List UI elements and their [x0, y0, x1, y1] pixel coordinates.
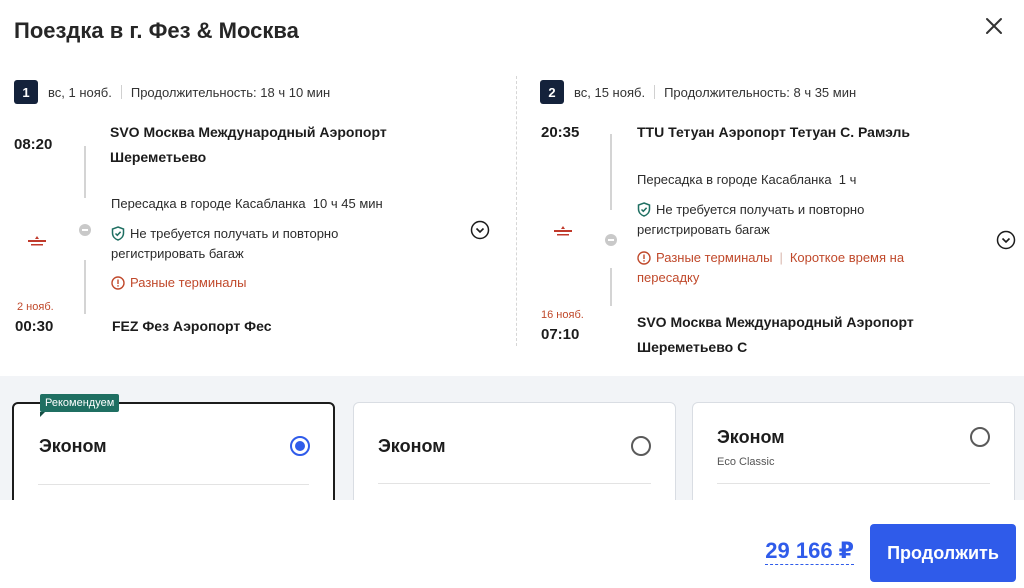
- transfer-city: Пересадка в городе Касабланка: [111, 196, 306, 211]
- baggage-note: Не требуется получать и повторно регистр…: [637, 200, 897, 240]
- trip-title: Поездка в г. Фез & Москва: [14, 18, 299, 43]
- transfer-info: Пересадка в городе Касабланка 10 ч 45 ми…: [111, 194, 383, 214]
- arrival-airport: FEZ Фез Аэропорт Фес: [112, 318, 272, 334]
- airline-logo: [554, 226, 572, 236]
- fare-card-economy[interactable]: Рекомендуем Эконом: [12, 394, 335, 500]
- recommended-badge: Рекомендуем: [40, 394, 120, 417]
- warning-text: Разные терминалы: [130, 275, 247, 290]
- departure-airport: TTU Тетуан Аэропорт Тетуан С. Рамэль: [637, 124, 911, 140]
- fare-name: Эконом: [717, 427, 785, 447]
- fare-radio[interactable]: [290, 436, 310, 456]
- airline-logo: [28, 236, 46, 246]
- footer: 29 166 ₽ Продолжить: [0, 500, 1024, 588]
- transfer-dot: [605, 234, 617, 246]
- arrival-date: 2 нояб.: [17, 301, 54, 313]
- close-icon[interactable]: [982, 14, 1006, 38]
- baggage-note: Не требуется получать и повторно регистр…: [111, 224, 371, 264]
- leg-header: 2 вс, 15 нояб. Продолжительность: 8 ч 35…: [540, 80, 1024, 104]
- fare-name: Эконом: [39, 436, 107, 456]
- chevron-down-icon[interactable]: [996, 230, 1016, 250]
- terminal-warning: Разные терминалы: [111, 273, 246, 293]
- leg-date: вс, 15 нояб.: [574, 84, 646, 100]
- transfer-time: 1 ч: [838, 172, 857, 187]
- fare-subtitle: Eco Classic: [717, 456, 775, 468]
- leg-header: 1 вс, 1 нояб. Продолжительность: 18 ч 10…: [14, 80, 509, 104]
- fare-radio[interactable]: [631, 436, 651, 456]
- route-line: [610, 134, 612, 210]
- fare-card-eco-classic[interactable]: Эконом Eco Classic: [692, 402, 1015, 500]
- transfer-time: 10 ч 45 мин: [312, 196, 383, 211]
- arrival-airport: SVO Москва Международный Аэропорт Шереме…: [637, 314, 914, 355]
- separator: [654, 85, 656, 99]
- fare-radio[interactable]: [970, 427, 990, 447]
- shield-check-icon: [637, 202, 651, 217]
- legs-divider: [516, 76, 517, 346]
- baggage-text: Не требуется получать и повторно регистр…: [111, 226, 339, 261]
- separator: |: [779, 250, 783, 265]
- arrival-date: 16 нояб.: [541, 309, 584, 321]
- transfer-info: Пересадка в городе Касабланка 1 ч: [637, 170, 856, 190]
- fare-options: Рекомендуем Эконом Эконом Эконом Eco Cla…: [0, 376, 1024, 500]
- arrival-time: 00:30: [15, 318, 54, 335]
- alert-circle-icon: [637, 251, 651, 265]
- continue-button[interactable]: Продолжить: [870, 524, 1016, 582]
- separator: [120, 85, 122, 99]
- divider: [378, 483, 651, 484]
- leg-number-badge: 1: [14, 80, 38, 104]
- total-price[interactable]: 29 166 ₽: [765, 538, 854, 565]
- departure-time: 08:20: [14, 136, 53, 153]
- leg-duration: Продолжительность: 8 ч 35 мин: [664, 84, 857, 100]
- leg-1: 1 вс, 1 нояб. Продолжительность: 18 ч 10…: [14, 80, 509, 335]
- divider: [38, 484, 309, 485]
- route-line: [610, 268, 612, 306]
- leg-number-badge: 2: [540, 80, 564, 104]
- divider: [717, 483, 990, 484]
- arrival-time: 07:10: [541, 326, 580, 343]
- warning-text: Разные терминалы: [656, 250, 773, 265]
- leg-duration: Продолжительность: 18 ч 10 мин: [130, 84, 331, 100]
- leg-2: 2 вс, 15 нояб. Продолжительность: 8 ч 35…: [540, 80, 1024, 355]
- chevron-down-icon[interactable]: [470, 220, 490, 240]
- terminal-warning: Разные терминалы | Короткое время на перес…: [637, 248, 937, 288]
- fare-name: Эконом: [378, 436, 446, 456]
- leg-date: вс, 1 нояб.: [48, 84, 112, 100]
- baggage-text: Не требуется получать и повторно регистр…: [637, 202, 865, 237]
- route-line: [84, 260, 86, 314]
- departure-airport: SVO Москва Международный Аэропорт Шереме…: [110, 124, 387, 165]
- shield-check-icon: [111, 226, 125, 241]
- departure-time: 20:35: [541, 124, 580, 141]
- transfer-city: Пересадка в городе Касабланка: [637, 172, 832, 187]
- route-line: [84, 146, 86, 198]
- fare-card-economy[interactable]: Эконом: [353, 402, 676, 500]
- transfer-dot: [79, 224, 91, 236]
- alert-circle-icon: [111, 276, 125, 290]
